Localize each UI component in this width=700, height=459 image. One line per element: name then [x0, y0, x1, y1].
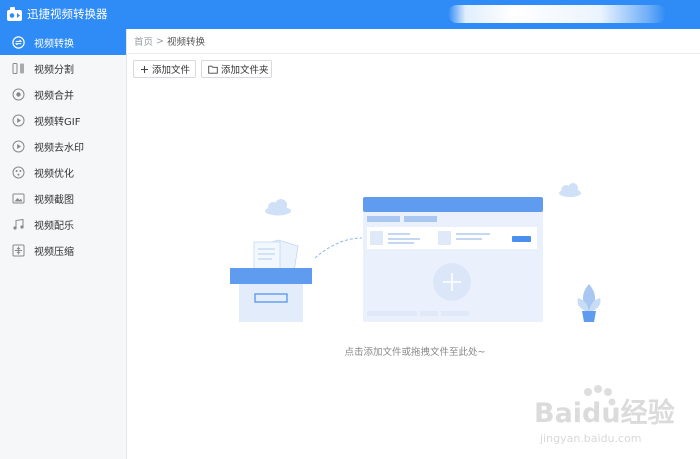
sidebar-item-label: 视频分割	[34, 64, 74, 76]
breadcrumb-separator: >	[156, 35, 164, 47]
convert-icon	[12, 35, 25, 49]
music-icon	[12, 218, 25, 231]
baidu-watermark-brand: Baidu经验	[534, 397, 675, 429]
sidebar-item-video-merge[interactable]: 视频合并	[0, 81, 126, 107]
document-icon	[253, 239, 299, 273]
add-folder-label: 添加文件夹	[221, 65, 269, 76]
cloud-icon	[265, 199, 291, 216]
sidebar-item-video-convert[interactable]: 视频转换	[0, 29, 126, 55]
add-folder-button[interactable]: 添加文件夹	[201, 60, 272, 78]
sidebar-item-video-optimize[interactable]: 视频优化	[0, 159, 126, 185]
app-title: 迅捷视频转换器	[27, 7, 108, 21]
split-icon	[12, 62, 25, 75]
sidebar-item-label: 视频截图	[34, 194, 74, 206]
screenshot-icon	[12, 192, 25, 205]
sidebar-item-video-screenshot[interactable]: 视频截图	[0, 185, 126, 211]
cloud-icon	[559, 183, 581, 197]
baidu-watermark-url: jingyan.baidu.com	[539, 432, 642, 445]
plant-icon	[577, 284, 601, 322]
drop-hint-text: 点击添加文件或拖拽文件至此处~	[344, 347, 486, 358]
breadcrumb: 首页 > 视频转换	[128, 29, 700, 54]
sidebar-item-label: 视频优化	[34, 168, 74, 180]
title-bar: 迅捷视频转换器	[0, 0, 700, 29]
baidu-watermark: Baidu经验 jingyan.baidu.com	[534, 385, 675, 445]
folder-icon	[208, 65, 218, 74]
optimize-icon	[12, 166, 25, 179]
sidebar-item-label: 视频合并	[34, 90, 74, 102]
file-box-icon	[230, 268, 312, 322]
merge-icon	[12, 88, 25, 101]
add-file-button[interactable]: 添加文件	[133, 60, 196, 78]
sidebar-item-label: 视频转换	[34, 38, 74, 50]
watermark-remove-icon	[12, 140, 25, 153]
sidebar-item-video-split[interactable]: 视频分割	[0, 55, 126, 81]
sidebar-item-label: 视频配乐	[34, 220, 74, 232]
sidebar-item-watermark-removal[interactable]: 视频去水印	[0, 133, 126, 159]
sidebar-item-label: 视频转GIF	[34, 116, 81, 128]
drop-area-illustration[interactable]	[220, 180, 620, 330]
sidebar-item-video-music[interactable]: 视频配乐	[0, 211, 126, 237]
gif-icon	[12, 114, 25, 127]
breadcrumb-home-link[interactable]: 首页	[134, 34, 153, 48]
compress-icon	[12, 244, 25, 257]
sidebar-item-label: 视频去水印	[34, 142, 84, 154]
app-window-illustration	[363, 197, 543, 322]
sidebar: 视频转换 视频分割 视频合并 视频转GIF 视频去水印 视频优化 视频截图 视频…	[0, 29, 127, 459]
blurred-user-area	[448, 5, 666, 23]
sidebar-item-video-compress[interactable]: 视频压缩	[0, 237, 126, 263]
add-file-label: 添加文件	[152, 65, 191, 76]
sidebar-item-video-to-gif[interactable]: 视频转GIF	[0, 107, 126, 133]
dashed-connector	[314, 237, 363, 259]
plus-icon	[140, 65, 149, 74]
app-logo-icon	[7, 7, 22, 21]
sidebar-item-label: 视频压缩	[34, 246, 74, 258]
breadcrumb-current: 视频转换	[166, 37, 205, 48]
